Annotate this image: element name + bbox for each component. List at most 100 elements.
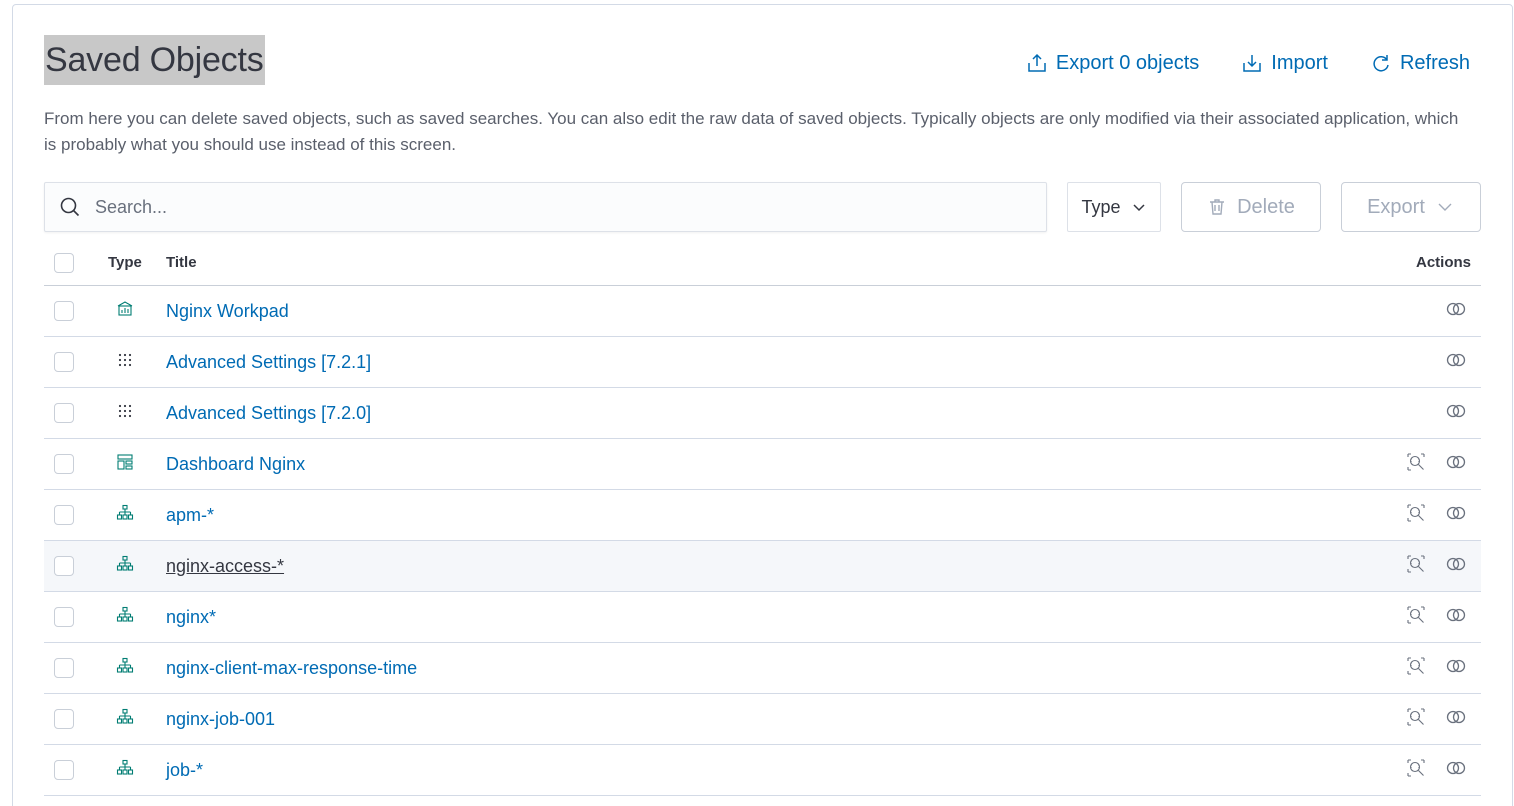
relationships-icon[interactable] — [1445, 655, 1467, 682]
type-cell — [108, 453, 166, 476]
relationships-icon[interactable] — [1445, 349, 1467, 376]
inspect-icon[interactable] — [1405, 706, 1427, 733]
row-checkbox[interactable] — [54, 454, 74, 474]
index-pattern-icon — [108, 504, 134, 527]
table-row: job-* — [44, 745, 1481, 796]
title-cell: nginx-job-001 — [166, 709, 1367, 730]
relationships-icon[interactable] — [1445, 706, 1467, 733]
actions-cell — [1367, 349, 1467, 376]
row-checkbox[interactable] — [54, 760, 74, 780]
export-all-button[interactable]: Export 0 objects — [1026, 48, 1199, 78]
actions-cell — [1367, 451, 1467, 478]
type-cell — [108, 402, 166, 425]
table-row: apm-* — [44, 490, 1481, 541]
refresh-button[interactable]: Refresh — [1370, 48, 1470, 78]
canvas-workpad-icon — [108, 300, 134, 323]
object-title-link[interactable]: job-* — [166, 760, 203, 780]
object-title-link[interactable]: apm-* — [166, 505, 214, 525]
object-title-link[interactable]: nginx* — [166, 607, 216, 627]
inspect-icon[interactable] — [1405, 553, 1427, 580]
object-title-link[interactable]: Advanced Settings [7.2.1] — [166, 352, 371, 372]
search-input[interactable] — [95, 196, 995, 218]
type-filter-button[interactable]: Type — [1067, 182, 1161, 232]
row-checkbox[interactable] — [54, 403, 74, 423]
type-cell — [108, 504, 166, 527]
title-cell: Nginx Workpad — [166, 301, 1367, 322]
title-cell: job-* — [166, 760, 1367, 781]
object-title-link[interactable]: nginx-client-max-response-time — [166, 658, 417, 678]
inspect-icon[interactable] — [1405, 757, 1427, 784]
search-box[interactable] — [44, 182, 1047, 232]
search-icon — [60, 197, 80, 217]
refresh-label: Refresh — [1399, 51, 1470, 74]
type-cell — [108, 759, 166, 782]
actions-cell — [1367, 604, 1467, 631]
dashboard-icon — [108, 453, 134, 476]
export-button[interactable]: Export — [1341, 182, 1481, 232]
import-button[interactable]: Import — [1241, 48, 1328, 78]
actions-cell — [1367, 757, 1467, 784]
type-cell — [108, 351, 166, 374]
object-title-link[interactable]: nginx-job-001 — [166, 709, 275, 729]
inspect-icon[interactable] — [1405, 604, 1427, 631]
inspect-icon[interactable] — [1405, 655, 1427, 682]
table-row: Nginx Workpad — [44, 286, 1481, 337]
type-cell — [108, 606, 166, 629]
row-checkbox[interactable] — [54, 709, 74, 729]
relationships-icon[interactable] — [1445, 502, 1467, 529]
inspect-icon[interactable] — [1405, 451, 1427, 478]
index-pattern-icon — [108, 657, 134, 680]
object-title-link[interactable]: nginx-access-* — [166, 556, 284, 576]
trash-icon — [1210, 199, 1225, 215]
delete-label: Delete — [1237, 195, 1295, 218]
row-checkbox[interactable] — [54, 301, 74, 321]
select-all-checkbox[interactable] — [54, 252, 74, 273]
actions-cell — [1367, 502, 1467, 529]
row-checkbox[interactable] — [54, 556, 74, 576]
advanced-settings-icon — [108, 351, 134, 374]
advanced-settings-icon — [108, 402, 134, 425]
relationships-icon[interactable] — [1445, 604, 1467, 631]
row-checkbox[interactable] — [54, 607, 74, 627]
title-cell: Advanced Settings [7.2.0] — [166, 403, 1367, 424]
saved-objects-table: Type Title Actions Nginx Workpad Advanced… — [44, 240, 1481, 796]
import-icon — [1243, 55, 1262, 72]
column-header-type[interactable]: Type — [108, 254, 166, 271]
object-title-link[interactable]: Dashboard Nginx — [166, 454, 305, 474]
column-header-title[interactable]: Title — [166, 254, 1416, 271]
header-actions: Export 0 objects Import Refresh — [984, 48, 1470, 78]
type-filter-label: Type — [1081, 196, 1121, 217]
chevron-down-icon — [1438, 203, 1452, 211]
row-checkbox[interactable] — [54, 505, 74, 525]
delete-button[interactable]: Delete — [1181, 182, 1321, 232]
relationships-icon[interactable] — [1445, 298, 1467, 325]
table-row: nginx-job-001 — [44, 694, 1481, 745]
relationships-icon[interactable] — [1445, 757, 1467, 784]
relationships-icon[interactable] — [1445, 400, 1467, 427]
refresh-icon — [1373, 55, 1389, 72]
export-label: Export — [1367, 195, 1425, 218]
title-cell: nginx* — [166, 607, 1367, 628]
object-title-link[interactable]: Nginx Workpad — [166, 301, 289, 321]
relationships-icon[interactable] — [1445, 451, 1467, 478]
table-row: Dashboard Nginx — [44, 439, 1481, 490]
page-title: Saved Objects — [44, 35, 265, 85]
title-cell: Advanced Settings [7.2.1] — [166, 352, 1367, 373]
export-icon — [1028, 53, 1046, 72]
relationships-icon[interactable] — [1445, 553, 1467, 580]
type-cell — [108, 300, 166, 323]
type-cell — [108, 708, 166, 731]
actions-cell — [1367, 400, 1467, 427]
table-body: Nginx Workpad Advanced Settings [7.2.1] Ad… — [44, 286, 1481, 796]
table-row: nginx-client-max-response-time — [44, 643, 1481, 694]
table-header: Type Title Actions — [44, 240, 1481, 286]
object-title-link[interactable]: Advanced Settings [7.2.0] — [166, 403, 371, 423]
row-checkbox[interactable] — [54, 352, 74, 372]
title-cell: Dashboard Nginx — [166, 454, 1367, 475]
type-cell — [108, 657, 166, 680]
title-cell: nginx-client-max-response-time — [166, 658, 1367, 679]
row-checkbox[interactable] — [54, 658, 74, 678]
export-all-label: Export 0 objects — [1055, 51, 1200, 74]
inspect-icon[interactable] — [1405, 502, 1427, 529]
title-cell: nginx-access-* — [166, 556, 1367, 577]
